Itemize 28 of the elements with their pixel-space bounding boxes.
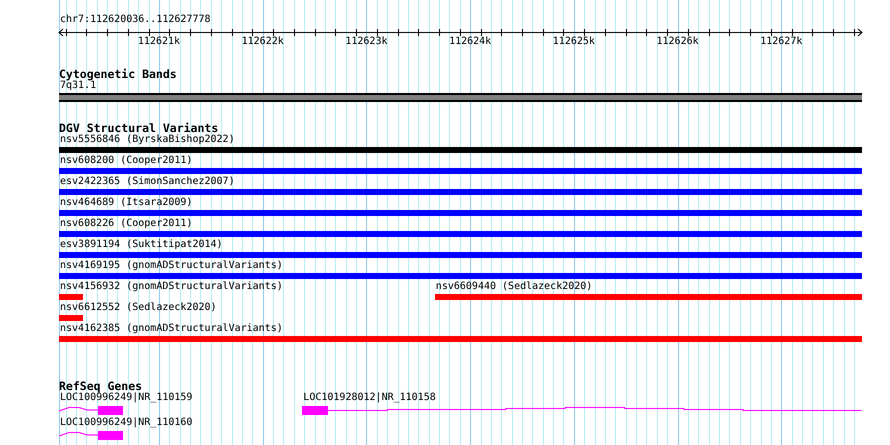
gene-model xyxy=(59,404,124,416)
tick-label: 112626k xyxy=(656,36,699,48)
tick-label: 112623k xyxy=(345,36,388,48)
tick-label: 112622k xyxy=(242,36,284,48)
feature-label: nsv4162385 (gnomADStructuralVariants) xyxy=(60,323,283,335)
feature-label: nsv6612552 (Sedlazeck2020) xyxy=(60,302,217,314)
feature-label: nsv608226 (Cooper2011) xyxy=(60,218,192,230)
tick-label: 112624k xyxy=(449,36,492,48)
track-title: DGV Structural Variants xyxy=(58,122,218,134)
tick-label: 112621k xyxy=(138,36,180,48)
tick-label: 112627k xyxy=(760,36,802,48)
track-title: RefSeq Genes xyxy=(58,380,142,392)
feature-label: nsv608200 (Cooper2011) xyxy=(60,155,192,167)
feature-label: esv2422365 (SimonSanchez2007) xyxy=(60,176,235,188)
gene-model xyxy=(59,429,124,441)
feature-label: 7q31.1 xyxy=(60,80,96,92)
feature-label: nsv4169195 (gnomADStructuralVariants) xyxy=(60,260,283,272)
track-title: Cytogenetic Bands xyxy=(58,68,178,80)
feature-label: esv3891194 (Suktitipat2014) xyxy=(60,239,223,251)
feature-label: LOC101928012|NR_110158 xyxy=(303,392,436,404)
feature-label: nsv5556846 (ByrskaBishop2022) xyxy=(60,134,235,146)
tick-label: 112625k xyxy=(552,36,595,48)
feature-label: nsv464689 (Itsara2009) xyxy=(60,197,192,209)
location-label: chr7:112620036..112627778 xyxy=(60,14,211,26)
feature-label: LOC100996249|NR_110160 xyxy=(60,417,192,429)
feature-label: LOC100996249|NR_110159 xyxy=(60,392,192,404)
feature-label: nsv4156932 (gnomADStructuralVariants) xyxy=(60,281,283,293)
feature-label: nsv6609440 (Sedlazeck2020) xyxy=(436,281,592,293)
